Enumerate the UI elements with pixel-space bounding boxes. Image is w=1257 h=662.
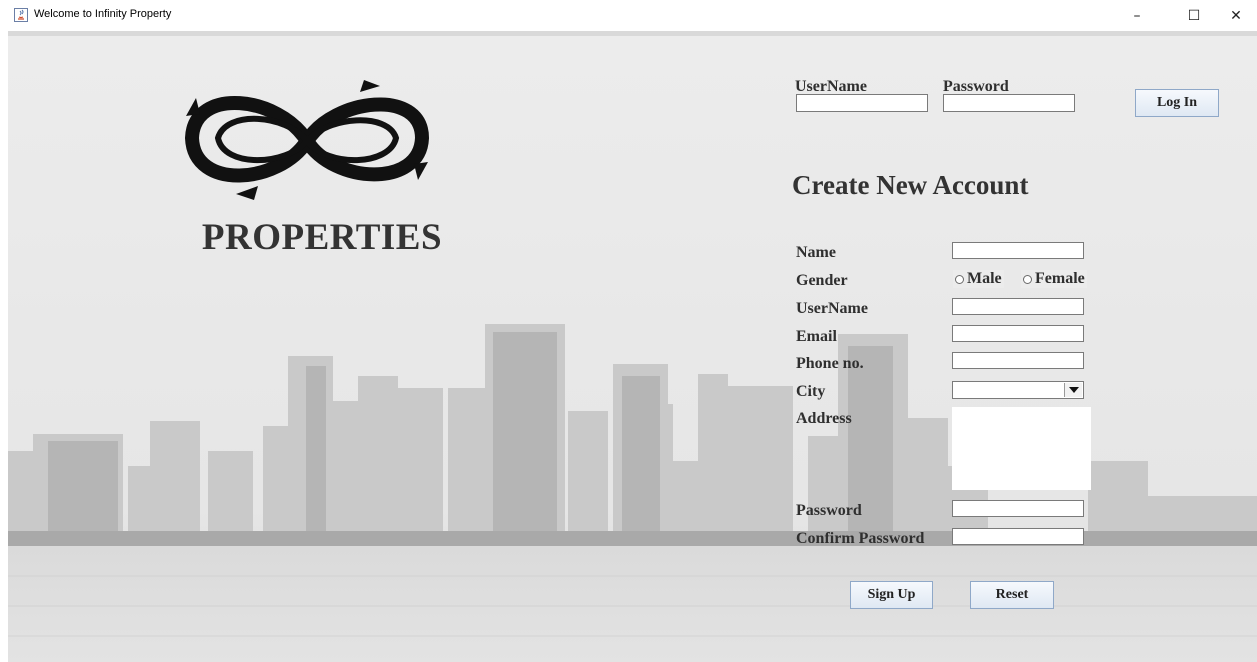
sign-up-button-label: Sign Up bbox=[867, 587, 916, 602]
phone-label: Phone no. bbox=[796, 355, 864, 372]
main-panel: PROPERTIES UserName Password Log In Crea… bbox=[8, 36, 1257, 662]
address-textarea[interactable] bbox=[952, 407, 1091, 490]
city-dropdown[interactable] bbox=[952, 381, 1084, 399]
email-label: Email bbox=[796, 328, 837, 345]
brand-name: PROPERTIES bbox=[201, 217, 443, 258]
minimize-button[interactable]: – bbox=[1114, 0, 1160, 31]
confirm-password-field[interactable] bbox=[952, 528, 1084, 545]
sign-up-button[interactable]: Sign Up bbox=[850, 581, 933, 609]
close-button[interactable]: ✕ bbox=[1213, 0, 1257, 31]
close-icon: ✕ bbox=[1230, 7, 1242, 24]
name-label: Name bbox=[796, 244, 836, 261]
dropdown-arrow-icon[interactable] bbox=[1064, 383, 1082, 397]
gender-female-label: Female bbox=[1035, 270, 1085, 287]
signup-username-field[interactable] bbox=[952, 298, 1084, 315]
login-username-field[interactable] bbox=[796, 94, 928, 112]
gender-male-radio[interactable]: Male bbox=[953, 270, 1004, 288]
reset-button[interactable]: Reset bbox=[970, 581, 1054, 609]
address-label: Address bbox=[796, 410, 852, 427]
confirm-password-label: Confirm Password bbox=[796, 530, 925, 547]
reset-button-label: Reset bbox=[995, 587, 1029, 602]
login-password-field[interactable] bbox=[943, 94, 1075, 112]
gender-label: Gender bbox=[796, 272, 848, 289]
email-field[interactable] bbox=[952, 325, 1084, 342]
minimize-icon: – bbox=[1133, 7, 1141, 24]
gender-male-label: Male bbox=[967, 270, 1002, 287]
name-field[interactable] bbox=[952, 242, 1084, 259]
maximize-icon: ☐ bbox=[1187, 7, 1201, 24]
signup-username-label: UserName bbox=[796, 300, 868, 317]
phone-field[interactable] bbox=[952, 352, 1084, 369]
create-account-title: Create New Account bbox=[792, 170, 1029, 200]
window-title-bar: Welcome to Infinity Property – ☐ ✕ bbox=[0, 0, 1257, 31]
password-label: Password bbox=[796, 502, 862, 519]
city-label: City bbox=[796, 383, 826, 400]
radio-circle-icon bbox=[1023, 274, 1032, 284]
window-title: Welcome to Infinity Property bbox=[34, 8, 172, 20]
login-button-label: Log In bbox=[1156, 95, 1198, 110]
infinity-logo-icon bbox=[184, 80, 430, 200]
signup-password-field[interactable] bbox=[952, 500, 1084, 517]
login-button[interactable]: Log In bbox=[1135, 89, 1219, 117]
java-app-icon bbox=[14, 8, 28, 22]
radio-circle-icon bbox=[955, 274, 964, 284]
gender-female-radio[interactable]: Female bbox=[1021, 270, 1087, 288]
maximize-button[interactable]: ☐ bbox=[1171, 0, 1217, 31]
